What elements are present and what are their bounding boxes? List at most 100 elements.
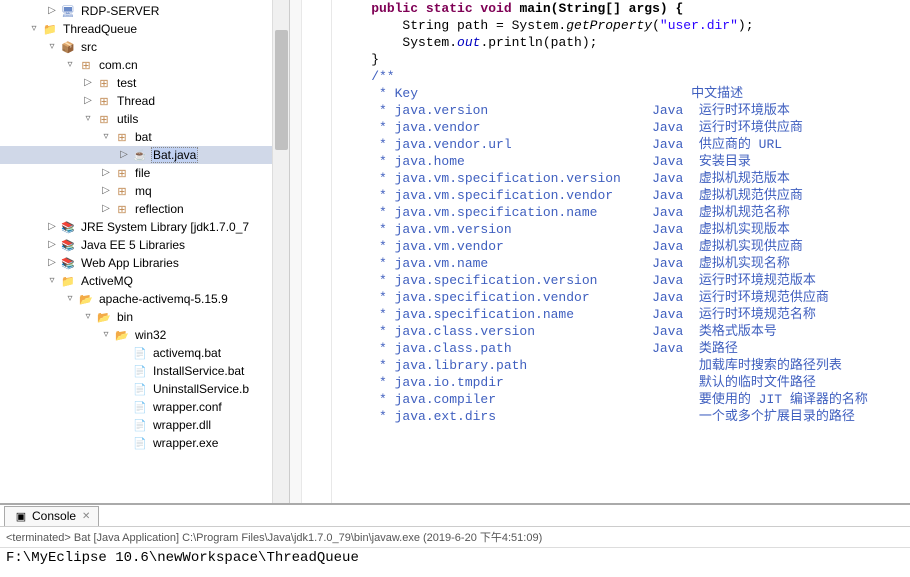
folder-icon: 📂 <box>78 291 94 307</box>
expand-toggle-icon[interactable]: ▿ <box>98 129 114 145</box>
tree-item-file[interactable]: ▷⊞file <box>0 164 289 182</box>
jar-icon: 📚 <box>60 255 76 271</box>
expand-toggle-icon[interactable]: ▷ <box>80 93 96 109</box>
expand-toggle-icon[interactable]: ▷ <box>80 75 96 91</box>
tree-item-rdp-server[interactable]: ▷🖥RDP-SERVER <box>0 2 289 20</box>
tree-item-thread[interactable]: ▷⊞Thread <box>0 92 289 110</box>
prop-key: java.ext.dirs <box>395 409 652 424</box>
tree-item-label: test <box>115 76 138 90</box>
expand-toggle-icon[interactable]: ▷ <box>98 165 114 181</box>
tree-item-src[interactable]: ▿📦src <box>0 38 289 56</box>
tree-item-threadqueue[interactable]: ▿📁ThreadQueue <box>0 20 289 38</box>
console-output[interactable]: F:\MyEclipse 10.6\newWorkspace\ThreadQue… <box>0 547 910 577</box>
pkg-icon: ⊞ <box>78 57 94 73</box>
tree-item-bat[interactable]: ▿⊞bat <box>0 128 289 146</box>
editor-area: public static void main(String[] args) {… <box>290 0 910 503</box>
prop-cat: Java <box>652 341 699 356</box>
tree-item-win32[interactable]: ▿📂win32 <box>0 326 289 344</box>
tree-scrollbar[interactable] <box>272 0 289 503</box>
tree-item-label: win32 <box>133 328 168 342</box>
tree-item-web-app-libraries[interactable]: ▷📚Web App Libraries <box>0 254 289 272</box>
tree-item-label: wrapper.dll <box>151 418 213 432</box>
tree-item-uninstallservice-b[interactable]: 📄UninstallService.b <box>0 380 289 398</box>
tree-item-wrapper-exe[interactable]: 📄wrapper.exe <box>0 434 289 452</box>
expand-toggle-icon[interactable]: ▿ <box>80 111 96 127</box>
tree-item-jre-system-library-jdk1-7-0-7[interactable]: ▷📚JRE System Library [jdk1.7.0_7 <box>0 218 289 236</box>
prop-cn: 一个或多个扩展目录的路径 <box>699 409 855 424</box>
tree-item-java-ee-5-libraries[interactable]: ▷📚Java EE 5 Libraries <box>0 236 289 254</box>
javadoc-star: * <box>340 375 395 390</box>
javadoc-star: * <box>340 341 395 356</box>
prop-cn: 虚拟机实现版本 <box>699 222 790 237</box>
expand-toggle-icon[interactable]: ▷ <box>44 255 60 271</box>
tree-item-bat-java[interactable]: ▷☕Bat.java <box>0 146 289 164</box>
folding-ruler[interactable] <box>290 0 302 503</box>
tree-item-label: com.cn <box>97 58 140 72</box>
tree-item-com-cn[interactable]: ▿⊞com.cn <box>0 56 289 74</box>
javadoc-star: * <box>340 103 395 118</box>
expand-toggle-icon[interactable]: ▿ <box>62 291 78 307</box>
expand-toggle-icon[interactable]: ▿ <box>80 309 96 325</box>
javadoc-star: * <box>340 290 395 305</box>
tree-item-activemq-bat[interactable]: 📄activemq.bat <box>0 344 289 362</box>
prop-cn: 默认的临时文件路径 <box>699 375 816 390</box>
code-editor[interactable]: public static void main(String[] args) {… <box>332 0 910 503</box>
field-out: out <box>457 35 480 50</box>
jar-icon: 📚 <box>60 237 76 253</box>
expand-toggle-icon[interactable]: ▷ <box>44 237 60 253</box>
filebat-icon: 📄 <box>132 345 148 361</box>
prop-cat <box>652 375 699 390</box>
lib-icon: 📁 <box>60 273 76 289</box>
tree-item-label: apache-activemq-5.15.9 <box>97 292 230 306</box>
line-gutter[interactable] <box>302 0 332 503</box>
code-text: .println(path); <box>480 35 597 50</box>
expand-toggle-icon[interactable]: ▷ <box>44 219 60 235</box>
expand-toggle-icon[interactable]: ▷ <box>116 147 132 163</box>
project-tree[interactable]: ▷🖥RDP-SERVER▿📁ThreadQueue▿📦src▿⊞com.cn▷⊞… <box>0 0 289 454</box>
javadoc-star: * <box>340 137 395 152</box>
filebat-icon: 📄 <box>132 381 148 397</box>
javadoc-star: * <box>340 154 395 169</box>
tree-item-activemq[interactable]: ▿📁ActiveMQ <box>0 272 289 290</box>
tree-item-wrapper-dll[interactable]: 📄wrapper.dll <box>0 416 289 434</box>
method-main: main(String[] args) { <box>512 1 684 16</box>
code-getproperty: getProperty <box>566 18 652 33</box>
tree-item-label: JRE System Library [jdk1.7.0_7 <box>79 220 251 234</box>
tree-item-installservice-bat[interactable]: 📄InstallService.bat <box>0 362 289 380</box>
expand-toggle-icon[interactable]: ▷ <box>98 183 114 199</box>
expand-toggle-icon[interactable]: ▷ <box>98 201 114 217</box>
prop-cn: 运行时环境规范版本 <box>699 273 816 288</box>
javadoc-star: * <box>340 358 395 373</box>
prop-cn: 运行时环境规范名称 <box>699 307 816 322</box>
prop-key: java.vm.name <box>395 256 652 271</box>
close-icon[interactable]: ✕ <box>82 511 90 522</box>
tree-item-label: mq <box>133 184 154 198</box>
tree-item-wrapper-conf[interactable]: 📄wrapper.conf <box>0 398 289 416</box>
tree-item-test[interactable]: ▷⊞test <box>0 74 289 92</box>
tree-item-label: file <box>133 166 152 180</box>
code-text: System. <box>340 35 457 50</box>
expand-toggle-icon[interactable]: ▿ <box>44 39 60 55</box>
javadoc-star: * <box>340 392 395 407</box>
tree-item-label: activemq.bat <box>151 346 223 360</box>
scrollbar-thumb[interactable] <box>275 30 288 150</box>
javadoc-star: * <box>340 120 395 135</box>
prop-cat: Java <box>652 103 699 118</box>
tree-item-utils[interactable]: ▿⊞utils <box>0 110 289 128</box>
javadoc-header-key: Key <box>395 86 652 101</box>
prop-cat <box>652 392 699 407</box>
console-tab[interactable]: ▣ Console ✕ <box>4 506 99 526</box>
tree-item-apache-activemq-5-15-9[interactable]: ▿📂apache-activemq-5.15.9 <box>0 290 289 308</box>
tree-item-reflection[interactable]: ▷⊞reflection <box>0 200 289 218</box>
expand-toggle-icon[interactable]: ▿ <box>44 273 60 289</box>
file-icon: 📄 <box>132 399 148 415</box>
expand-toggle-icon[interactable]: ▿ <box>98 327 114 343</box>
expand-toggle-icon[interactable]: ▿ <box>26 21 42 37</box>
tree-item-mq[interactable]: ▷⊞mq <box>0 182 289 200</box>
code-text: ( <box>652 18 660 33</box>
expand-toggle-icon[interactable]: ▷ <box>44 3 60 19</box>
expand-toggle-icon[interactable]: ▿ <box>62 57 78 73</box>
jar-icon: 📚 <box>60 219 76 235</box>
tree-item-bin[interactable]: ▿📂bin <box>0 308 289 326</box>
folder-icon: 📂 <box>114 327 130 343</box>
